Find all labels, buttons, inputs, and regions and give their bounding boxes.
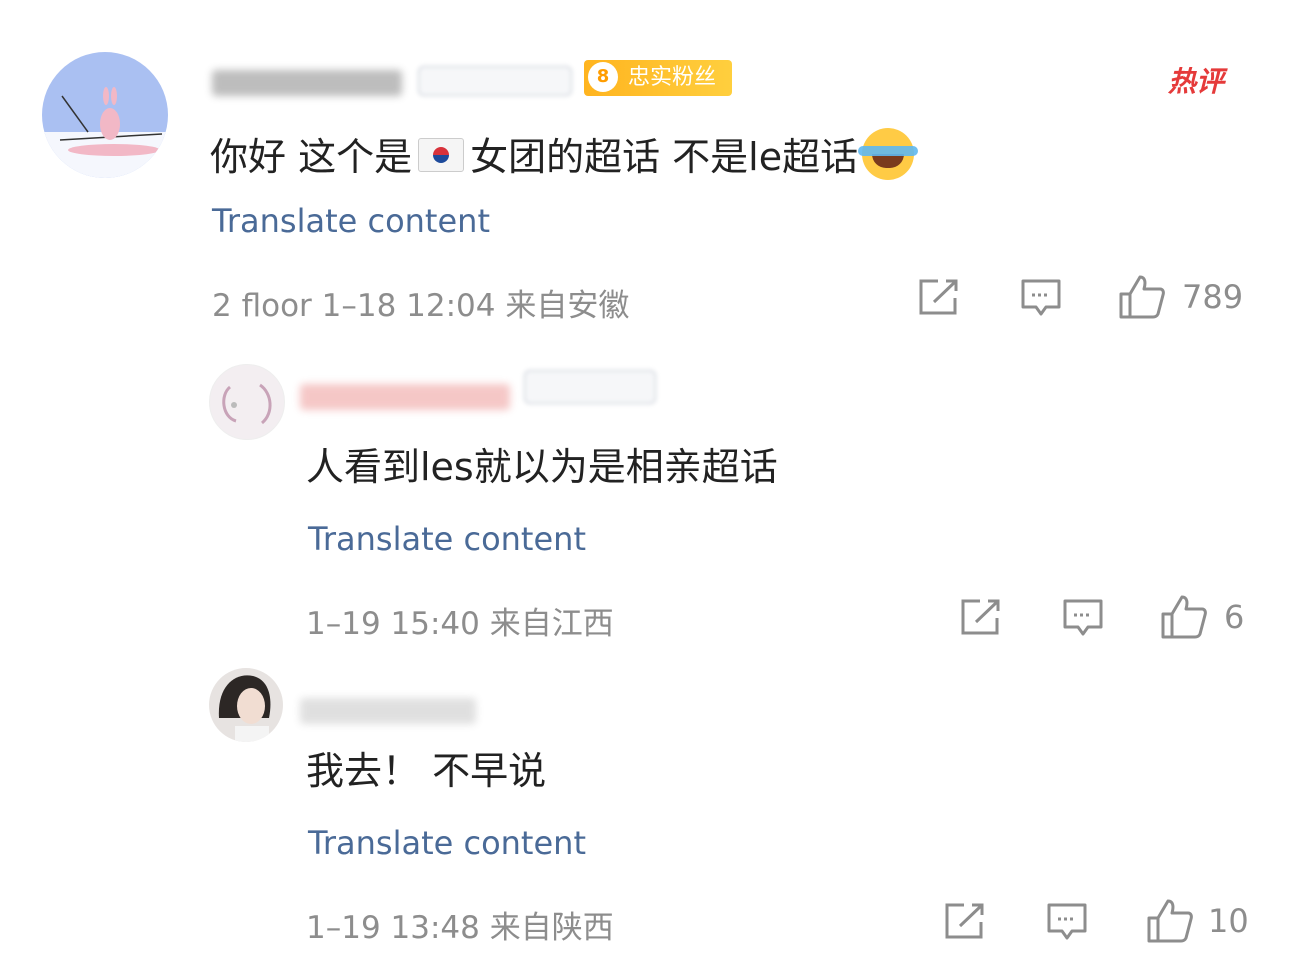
reply-text: 人看到les就以为是相亲超话 [306, 445, 778, 489]
reply-avatar[interactable] [209, 668, 283, 742]
comment-icon[interactable] [1020, 278, 1062, 322]
comment-meta: 2 floor 1–18 12:04 来自安徽 [212, 288, 630, 324]
fan-level-label: 忠实粉丝 [628, 65, 717, 90]
translate-link[interactable]: Translate content [308, 520, 586, 558]
translate-link[interactable]: Translate content [308, 824, 586, 862]
reply-meta: 1–19 13:48 来自陕西 [306, 910, 614, 946]
tears-of-joy-emoji-icon [858, 128, 919, 180]
translate-link[interactable]: Translate content [212, 202, 490, 240]
user-tag [418, 66, 572, 96]
share-icon[interactable] [944, 902, 986, 944]
share-icon[interactable] [960, 598, 1002, 640]
fan-level-badge[interactable]: 8 忠实粉丝 [584, 60, 732, 96]
like-icon[interactable] [1146, 898, 1194, 948]
like-icon[interactable] [1160, 594, 1208, 644]
comment-icon[interactable] [1062, 598, 1104, 642]
user-avatar[interactable] [42, 52, 168, 178]
comment-icon[interactable] [1046, 902, 1088, 946]
share-icon[interactable] [918, 278, 960, 320]
south-korea-flag-icon [418, 138, 465, 172]
username[interactable] [212, 70, 402, 96]
reply-meta: 1–19 15:40 来自江西 [306, 606, 614, 642]
reply-avatar[interactable] [209, 364, 285, 440]
comment-text-part-2: 女团的超话 不是le超话 [470, 135, 859, 179]
like-count: 789 [1182, 278, 1244, 316]
like-icon[interactable] [1118, 274, 1166, 324]
like-count: 10 [1208, 902, 1249, 940]
fan-level-number: 8 [588, 62, 618, 92]
hot-comment-label: 热评 [1168, 65, 1225, 98]
comment-text-part-1: 你好 这个是 [210, 135, 413, 179]
reply-user-tag [524, 370, 656, 404]
reply-username[interactable] [300, 698, 476, 724]
reply-text: 我去！ 不早说 [306, 749, 547, 793]
reply-username[interactable] [300, 384, 510, 410]
like-count: 6 [1224, 598, 1245, 636]
comment-text: 你好 这个是 女团的超话 不是le超话 [210, 126, 919, 181]
